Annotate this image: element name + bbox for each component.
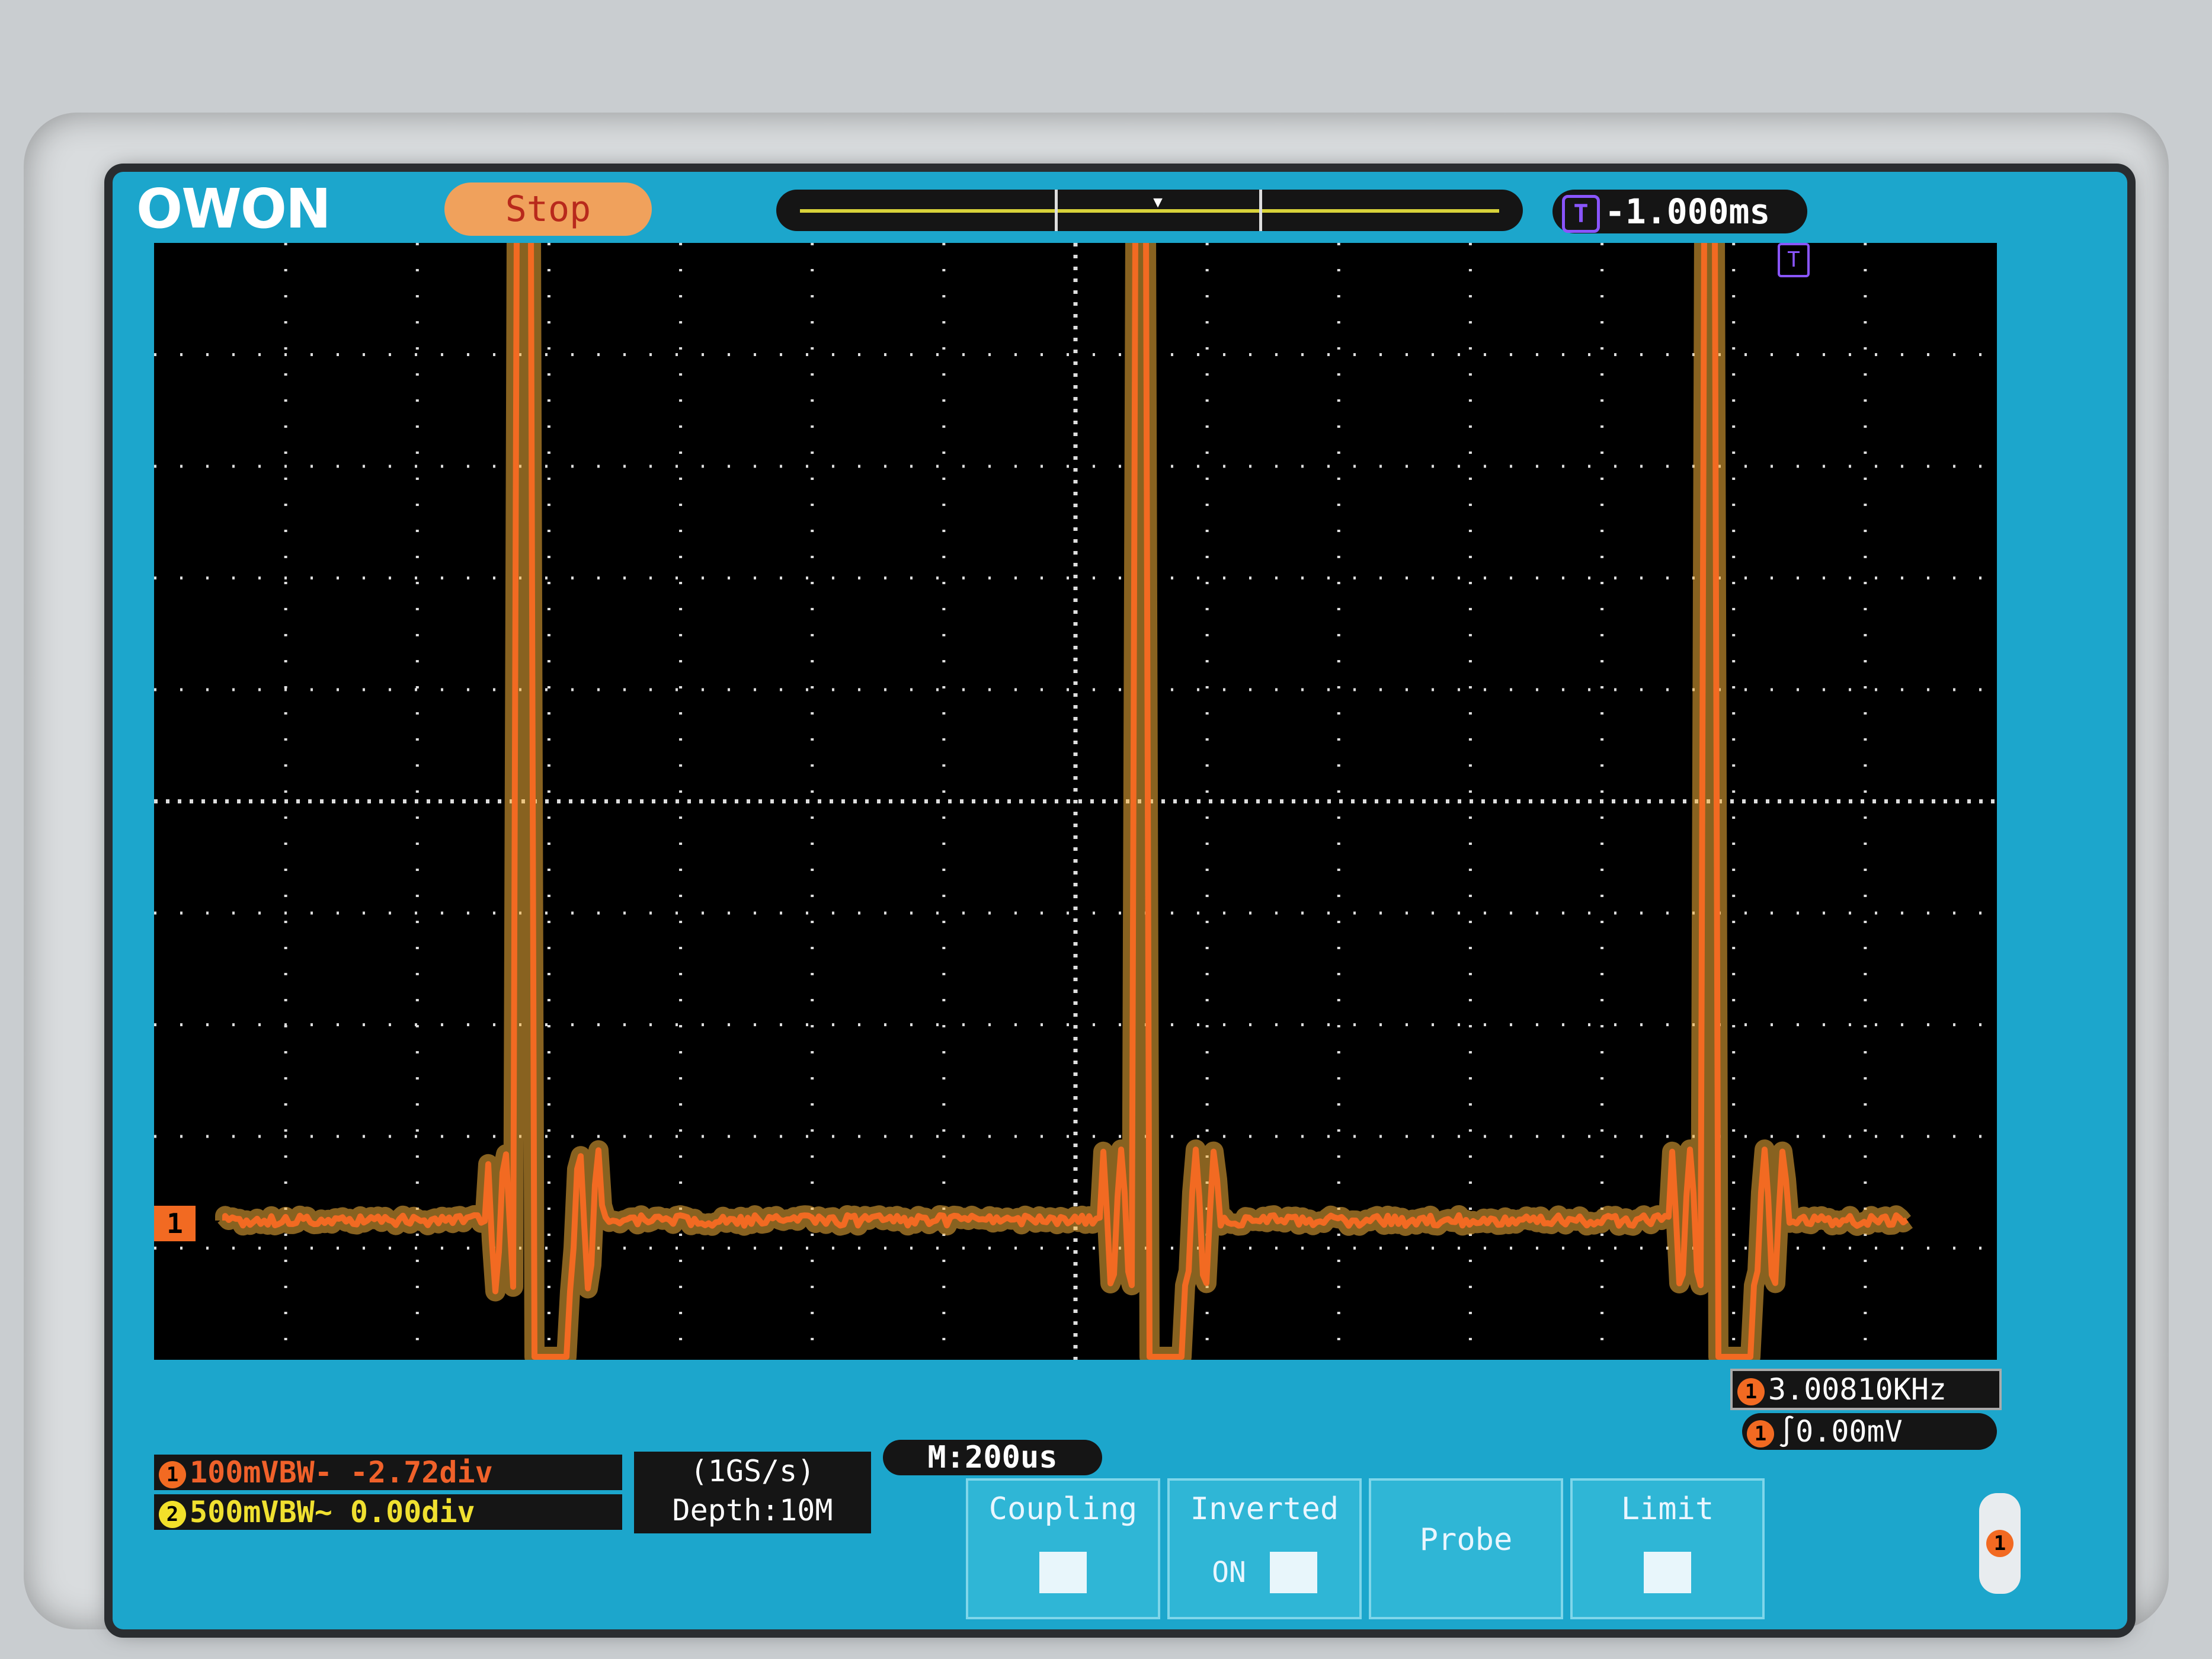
inverted-state: ON xyxy=(1212,1556,1246,1589)
acquisition-info: (1GS/s) Depth:10M xyxy=(634,1452,871,1533)
rising-edge-icon: ∫ xyxy=(1778,1414,1795,1449)
coupling-menu-button[interactable]: Coupling xyxy=(966,1478,1160,1619)
coupling-value-box xyxy=(1039,1552,1087,1593)
selected-channel-dot-icon: 1 xyxy=(1986,1530,2013,1557)
memory-depth: Depth:10M xyxy=(634,1491,871,1530)
inverted-menu-button[interactable]: Inverted ON xyxy=(1167,1478,1362,1619)
run-stop-status[interactable]: Stop xyxy=(444,182,652,236)
frequency-readout: 1 3.00810KHz xyxy=(1730,1369,2002,1410)
channel-selector[interactable]: 1 xyxy=(1979,1493,2021,1594)
channel-2-settings: 500mVBW~ 0.00div xyxy=(190,1495,475,1529)
limit-value-box xyxy=(1644,1552,1691,1593)
trigger-delay-value: -1.000ms xyxy=(1605,191,1770,232)
probe-menu-button[interactable]: Probe xyxy=(1369,1478,1563,1619)
buffer-trigger-icon: ▾ xyxy=(1151,190,1165,213)
trigger-t-icon: T xyxy=(1562,195,1600,233)
trigger-level-readout: 1 ∫0.00mV xyxy=(1742,1413,1997,1450)
oscilloscope-screen: OWON Stop ▾ T -1.000ms 1 T 1 3.00810KHz 1 ∫… xyxy=(113,172,2127,1629)
channel-1-dot-icon: 1 xyxy=(1737,1378,1765,1405)
channel-1-settings: 100mVBW- -2.72div xyxy=(190,1455,493,1490)
sample-rate: (1GS/s) xyxy=(634,1452,871,1491)
channel-1-info[interactable]: 1 100mVBW- -2.72div xyxy=(154,1455,622,1490)
coupling-label: Coupling xyxy=(968,1491,1158,1527)
owon-logo: OWON xyxy=(136,182,330,236)
trigger-level-value: 0.00mV xyxy=(1795,1414,1903,1449)
channel-1-number: 1 xyxy=(159,1461,186,1488)
channel-2-info[interactable]: 2 500mVBW~ 0.00div xyxy=(154,1494,622,1530)
channel-1-level-marker[interactable]: 1 xyxy=(154,1206,196,1241)
trigger-position-icon[interactable]: T xyxy=(1778,243,1810,277)
inverted-label: Inverted xyxy=(1170,1491,1359,1527)
channel-2-number: 2 xyxy=(159,1501,186,1528)
limit-label: Limit xyxy=(1573,1491,1762,1527)
probe-label: Probe xyxy=(1371,1522,1561,1558)
timebase-readout: M:200us xyxy=(883,1440,1102,1475)
frequency-value: 3.00810KHz xyxy=(1768,1372,1947,1407)
memory-buffer-bar: ▾ xyxy=(776,190,1523,231)
trigger-delay-readout: T -1.000ms xyxy=(1552,190,1807,233)
limit-menu-button[interactable]: Limit xyxy=(1570,1478,1765,1619)
trigger-channel-dot-icon: 1 xyxy=(1747,1420,1774,1447)
waveform-plot-area: 1 T xyxy=(154,243,1997,1360)
inverted-toggle-box xyxy=(1270,1552,1317,1593)
waveform-svg xyxy=(154,243,1997,1360)
